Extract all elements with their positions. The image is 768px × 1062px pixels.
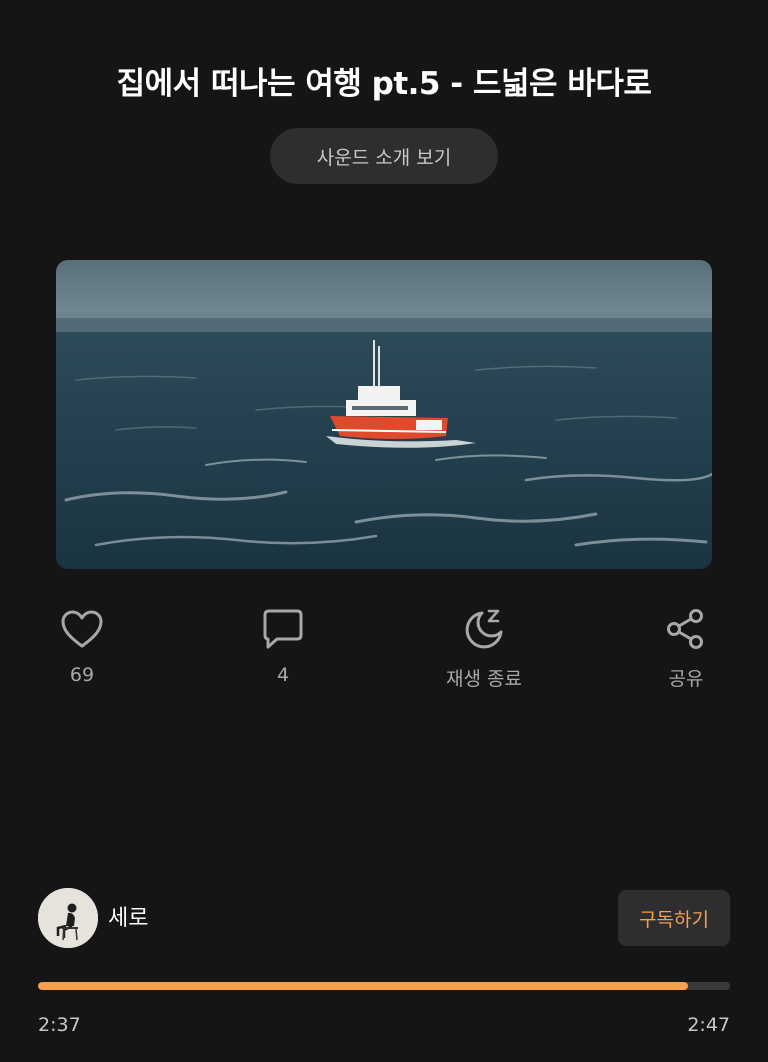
heart-icon xyxy=(59,606,105,652)
sound-intro-button[interactable]: 사운드 소개 보기 xyxy=(270,128,498,184)
share-button[interactable]: 공유 xyxy=(616,606,756,691)
sleep-timer-label: 재생 종료 xyxy=(446,668,522,690)
creator-info[interactable]: 세로 xyxy=(38,888,148,948)
cover-image xyxy=(56,260,712,569)
sound-title: 집에서 떠나는 여행 pt.5 - 드넓은 바다로 xyxy=(116,66,652,102)
sleep-timer-icon xyxy=(461,606,507,652)
subscribe-button[interactable]: 구독하기 xyxy=(618,890,730,946)
share-label: 공유 xyxy=(668,668,704,690)
progress-fill xyxy=(38,982,689,990)
like-count: 69 xyxy=(69,664,95,686)
share-icon xyxy=(663,606,709,652)
action-bar: 69 4 재생 종료 공유 xyxy=(0,606,768,706)
creator-name[interactable]: 세로 xyxy=(108,900,148,932)
sleep-timer-button[interactable]: 재생 종료 xyxy=(414,606,554,691)
comment-count: 4 xyxy=(276,664,290,686)
comment-button[interactable]: 4 xyxy=(213,606,353,686)
sea-boat-illustration xyxy=(56,260,712,569)
like-button[interactable]: 69 xyxy=(12,606,152,686)
progress-bar[interactable] xyxy=(38,982,730,990)
avatar[interactable] xyxy=(38,888,98,948)
comment-icon xyxy=(260,606,306,652)
total-time: 2:47 xyxy=(687,1014,730,1036)
current-time: 2:37 xyxy=(38,1014,81,1036)
